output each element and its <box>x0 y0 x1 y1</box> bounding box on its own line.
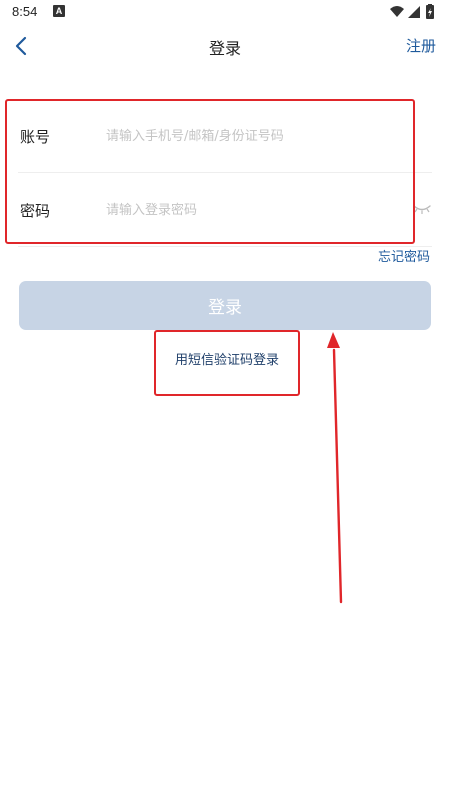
wifi-icon <box>390 6 404 17</box>
forgot-password-link[interactable]: 忘记密码 <box>378 246 430 265</box>
account-input[interactable] <box>106 120 406 152</box>
status-icons <box>390 4 434 19</box>
login-button[interactable]: 登录 <box>19 281 431 330</box>
account-label: 账号 <box>20 128 51 146</box>
password-label: 密码 <box>20 202 51 220</box>
sms-login-link[interactable]: 用短信验证码登录 <box>154 349 300 368</box>
page-title: 登录 <box>208 39 241 58</box>
battery-icon <box>426 4 434 19</box>
notification-a-icon: A <box>53 5 65 17</box>
password-input[interactable] <box>106 194 406 226</box>
account-row: 账号 <box>18 100 432 173</box>
login-screen: 8:54 A 登录 注册 账号 密码 <box>0 0 450 800</box>
navigation-bar: 登录 注册 <box>0 24 450 68</box>
status-bar: 8:54 A <box>0 0 450 24</box>
status-time: 8:54 <box>12 4 38 19</box>
register-link[interactable]: 注册 <box>406 35 436 56</box>
password-row: 密码 <box>18 174 432 247</box>
eye-closed-icon[interactable] <box>412 202 432 216</box>
signal-icon <box>408 6 420 18</box>
